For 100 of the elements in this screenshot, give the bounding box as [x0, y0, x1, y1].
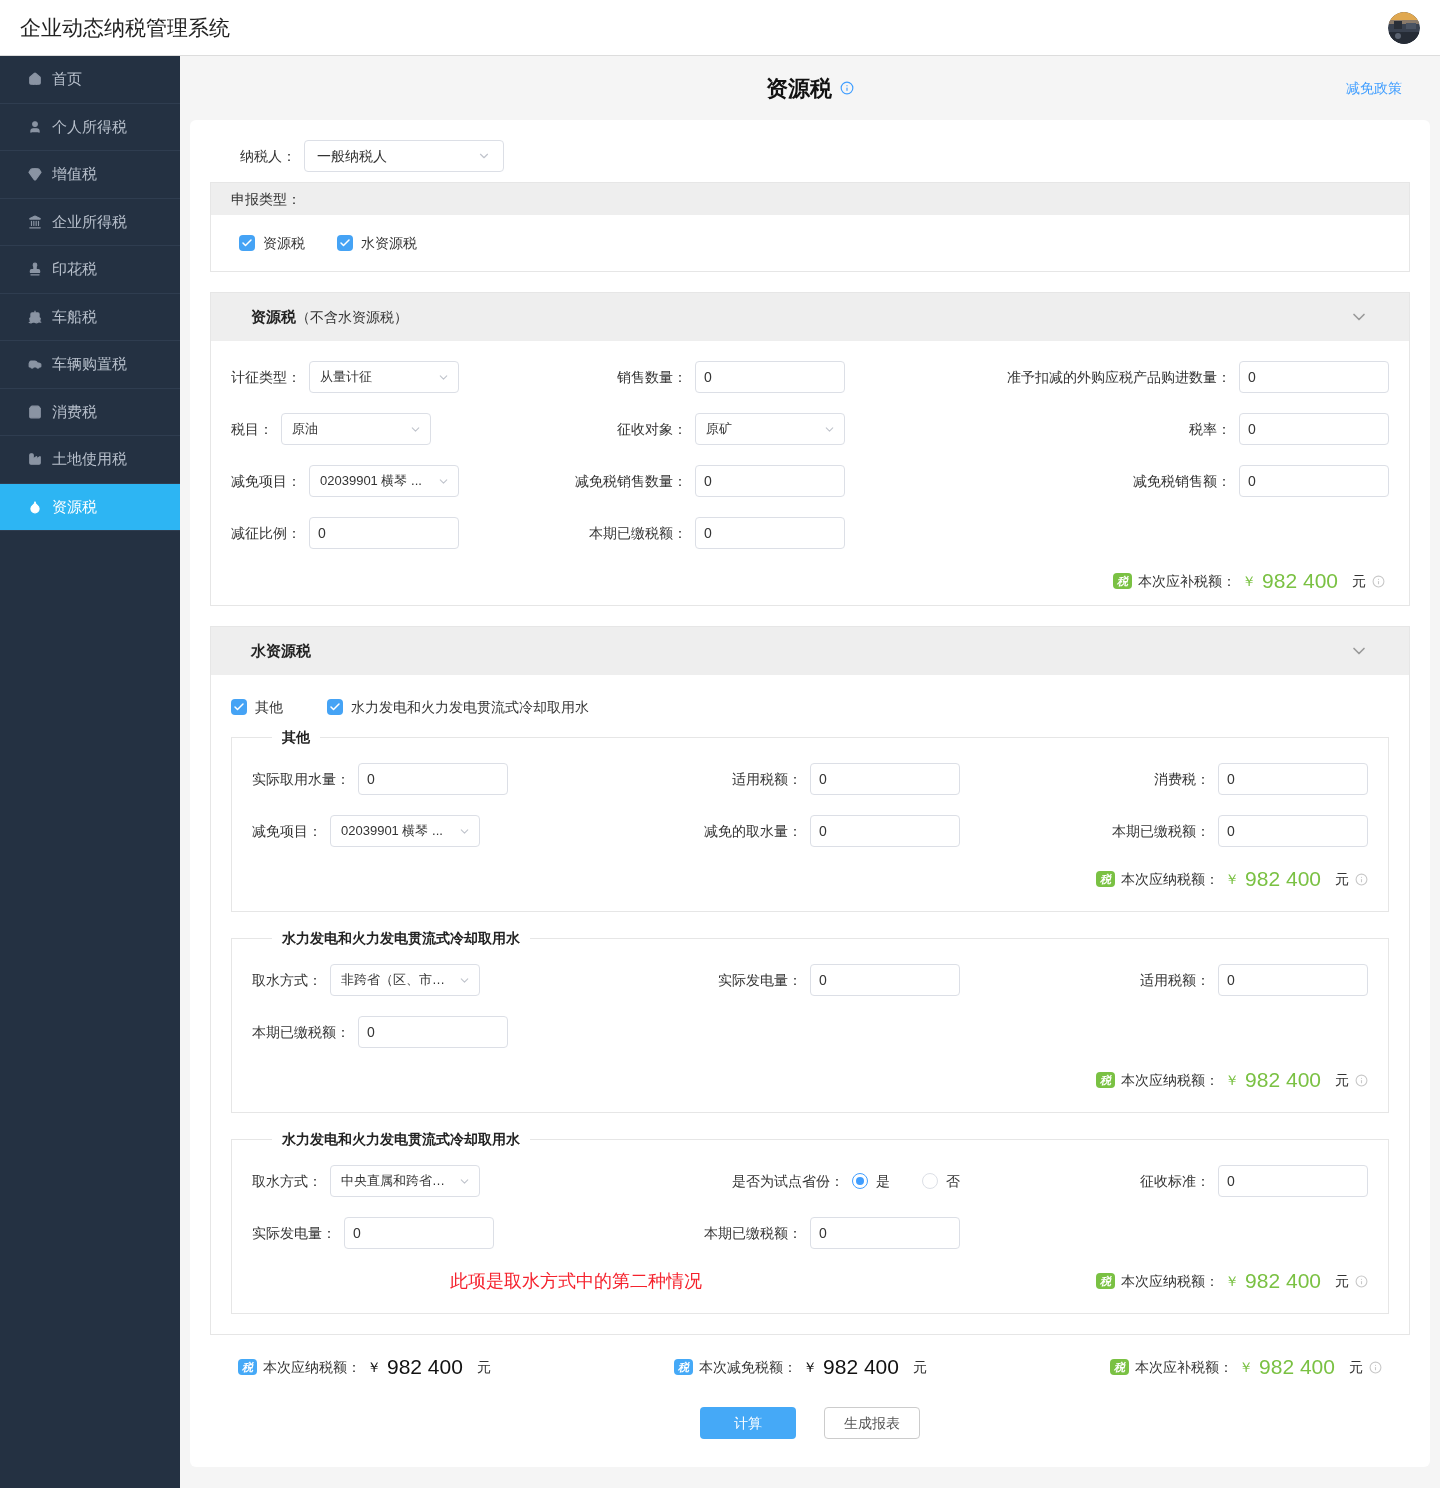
droplet-icon — [28, 499, 42, 514]
field-label: 取水方式： — [252, 1172, 322, 1191]
sidebar-item[interactable]: 车辆购置税 — [0, 341, 180, 389]
field-label: 减免项目： — [231, 472, 301, 491]
sidebar-item[interactable]: 车船税 — [0, 293, 180, 341]
summary-amount: 982 400 — [1245, 867, 1321, 891]
field-label: 征收对象： — [617, 420, 687, 439]
input-field[interactable]: 0 — [695, 465, 845, 497]
input-field[interactable]: 0 — [1239, 413, 1389, 445]
sidebar-item[interactable]: 印花税 — [0, 246, 180, 294]
field-label: 适用税额： — [1140, 971, 1210, 990]
select-field[interactable]: 原矿 — [695, 413, 845, 445]
summary-amount: 982 400 — [823, 1355, 899, 1379]
sidebar-item[interactable]: 企业所得税 — [0, 198, 180, 246]
select-field[interactable]: 中央直属和跨省… — [330, 1165, 480, 1197]
sidebar-item[interactable]: 首页 — [0, 56, 180, 104]
input-field[interactable]: 0 — [810, 763, 960, 795]
input-field[interactable]: 0 — [309, 517, 459, 549]
factory-icon — [28, 452, 42, 467]
select-field[interactable]: 原油 — [281, 413, 431, 445]
unit-label: 元 — [1335, 1272, 1349, 1291]
field-label: 本期已缴税额： — [252, 1023, 350, 1042]
panel-title: 申报类型： — [231, 190, 301, 209]
summary-amount: 982 400 — [1259, 1355, 1335, 1379]
subsection-title: 其他 — [281, 728, 311, 747]
section-title: 资源税 — [251, 306, 296, 327]
checkbox[interactable] — [231, 699, 247, 715]
checkbox-label: 水资源税 — [361, 234, 417, 253]
input-field[interactable]: 0 — [810, 1217, 960, 1249]
summary-amount: 982 400 — [1262, 569, 1338, 593]
home-icon — [28, 72, 42, 87]
field-label: 本期已缴税额： — [704, 1224, 802, 1243]
summary-amount: 982 400 — [1245, 1068, 1321, 1092]
info-icon[interactable] — [1372, 574, 1385, 588]
input-field[interactable]: 0 — [695, 361, 845, 393]
input-field[interactable]: 0 — [344, 1217, 494, 1249]
info-icon[interactable] — [1355, 1274, 1368, 1288]
info-icon[interactable] — [840, 81, 854, 95]
select-field[interactable]: 一般纳税人 — [304, 140, 504, 172]
checkbox-label: 水力发电和火力发电贯流式冷却取用水 — [351, 698, 589, 717]
section-subtitle: （不含水资源税） — [296, 307, 408, 327]
input-field[interactable]: 0 — [810, 964, 960, 996]
sidebar-item[interactable]: 土地使用税 — [0, 436, 180, 484]
sidebar-item[interactable]: 增值税 — [0, 151, 180, 199]
unit-label: 元 — [476, 1358, 491, 1377]
report-button[interactable]: 生成报表 — [824, 1407, 920, 1439]
currency-sign: ￥ — [803, 1358, 818, 1377]
sidebar-item[interactable]: 个人所得税 — [0, 103, 180, 151]
unit-label: 元 — [1335, 870, 1349, 889]
sidebar-item[interactable]: 消费税 — [0, 388, 180, 436]
field-label: 消费税： — [1154, 770, 1210, 789]
tax-badge: 税 — [1096, 1072, 1116, 1088]
field-label: 征收标准： — [1140, 1172, 1210, 1191]
field-label: 本期已缴税额： — [589, 524, 687, 543]
unit-label: 元 — [1349, 1358, 1363, 1377]
select-field[interactable]: 非跨省（区、市… — [330, 964, 480, 996]
checkbox[interactable] — [239, 235, 255, 251]
field-label: 减免的取水量： — [704, 822, 802, 841]
input-field[interactable]: 0 — [1218, 763, 1368, 795]
summary-label: 本次应纳税额： — [1121, 1272, 1220, 1291]
summary-label: 本次应纳税额： — [1121, 870, 1220, 889]
unit-label: 元 — [912, 1358, 927, 1377]
checkbox[interactable] — [337, 235, 353, 251]
input-field[interactable]: 0 — [1218, 1165, 1368, 1197]
select-field[interactable]: 从量计征 — [309, 361, 459, 393]
radio-label: 否 — [946, 1172, 960, 1191]
input-field[interactable]: 0 — [695, 517, 845, 549]
info-icon[interactable] — [1369, 1360, 1382, 1374]
subsection-title: 水力发电和火力发电贯流式冷却取用水 — [281, 1130, 521, 1149]
stamp-icon — [28, 262, 42, 277]
input-field[interactable]: 0 — [1239, 361, 1389, 393]
subsection-title: 水力发电和火力发电贯流式冷却取用水 — [281, 929, 521, 948]
input-field[interactable]: 0 — [1218, 815, 1368, 847]
section-header[interactable]: 资源税（不含水资源税） — [211, 293, 1409, 341]
building-icon — [28, 214, 42, 229]
section-title: 水资源税 — [251, 640, 311, 661]
section-header[interactable]: 水资源税 — [211, 627, 1409, 675]
info-icon[interactable] — [1355, 1073, 1368, 1087]
checkbox[interactable] — [327, 699, 343, 715]
field-label: 取水方式： — [252, 971, 322, 990]
unit-label: 元 — [1335, 1071, 1349, 1090]
field-label: 实际发电量： — [252, 1224, 336, 1243]
input-field[interactable]: 0 — [358, 1016, 508, 1048]
user-icon — [28, 119, 42, 134]
input-field[interactable]: 0 — [1218, 964, 1368, 996]
select-field[interactable]: 02039901 横琴 ... — [330, 815, 480, 847]
field-label: 税率： — [1189, 420, 1231, 439]
input-field[interactable]: 0 — [810, 815, 960, 847]
input-field[interactable]: 0 — [1239, 465, 1389, 497]
select-field[interactable]: 02039901 横琴 ... — [309, 465, 459, 497]
tax-badge: 税 — [1096, 871, 1116, 887]
input-field[interactable]: 0 — [358, 763, 508, 795]
info-icon[interactable] — [1355, 872, 1368, 886]
field-label: 实际取用水量： — [252, 770, 350, 789]
radio-button[interactable] — [852, 1173, 868, 1189]
summary-amount: 982 400 — [387, 1355, 463, 1379]
field-label: 计征类型： — [231, 368, 301, 387]
field-label: 减免项目： — [252, 822, 322, 841]
summary-label: 本次应纳税额： — [263, 1358, 361, 1377]
field-label: 减免税销售数量： — [575, 472, 687, 491]
